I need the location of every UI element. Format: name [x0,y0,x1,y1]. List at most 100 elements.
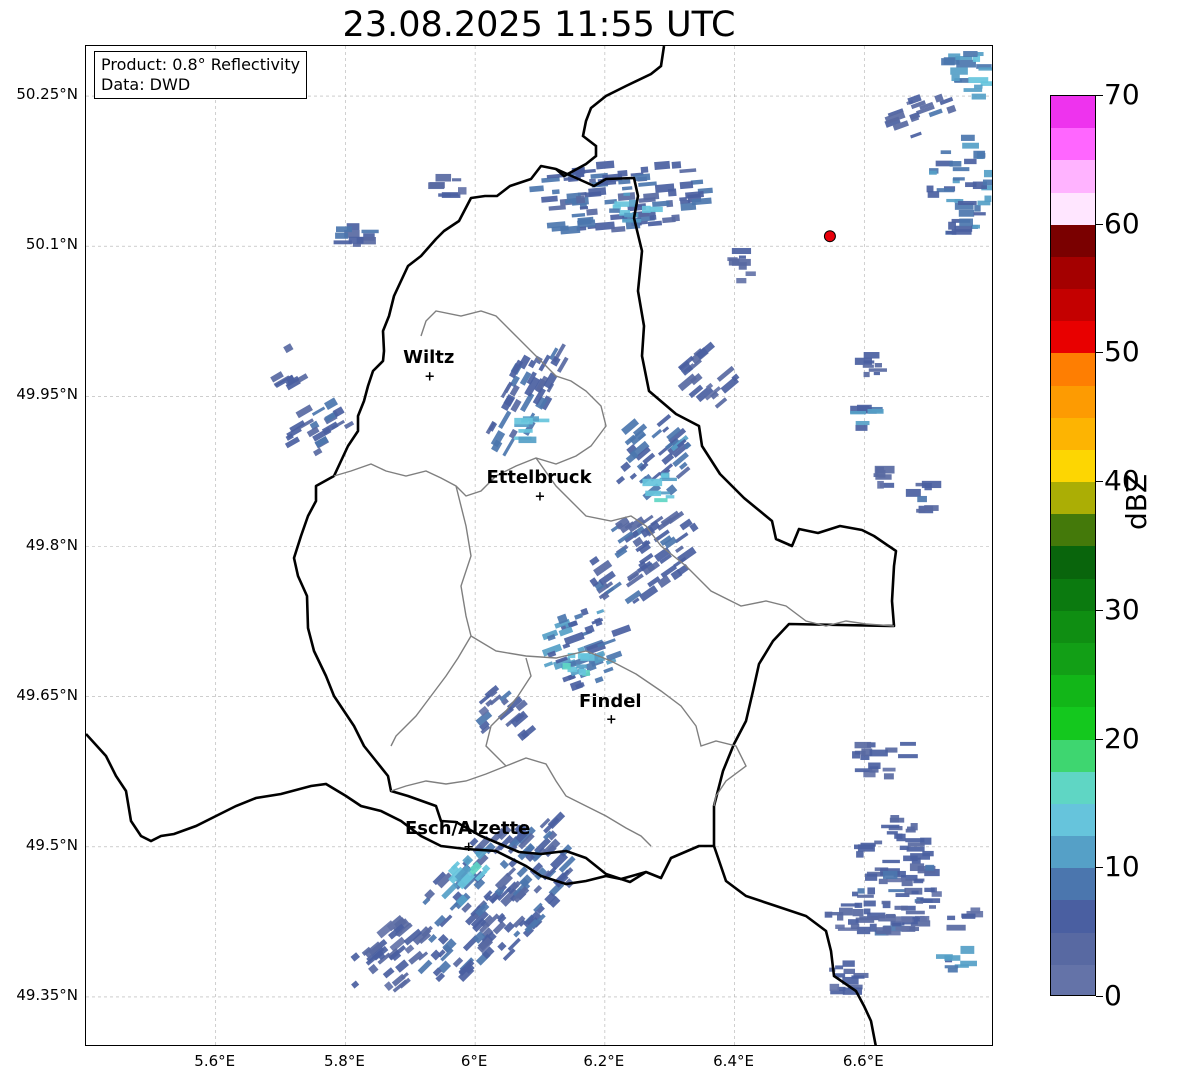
colorbar-tick-mark [1096,867,1103,869]
echo-cell [900,741,916,746]
colorbar-tick-label: 70 [1104,78,1140,111]
echo-cell [603,666,614,674]
colorbar-segment [1051,384,1095,418]
echo-cell [954,225,973,232]
echo-cluster [854,352,887,378]
colorbar-segment [1051,545,1095,579]
echo-cell [529,185,544,193]
colorbar-segment [1051,320,1095,354]
echo-cluster [852,741,918,780]
echo-cell [424,889,436,900]
echo-cluster [824,898,984,936]
radar-site-marker[interactable] [823,230,836,243]
echo-cell [458,187,467,195]
echo-cell [551,189,560,195]
colorbar-segment [1051,706,1095,740]
echo-cell [977,52,984,57]
echo-cell [679,518,693,531]
echo-cluster [333,223,379,247]
radar-echo-layer [270,51,992,995]
colorbar-segment [1051,963,1095,995]
echo-cell [905,838,925,843]
echo-cell [859,916,880,921]
echo-cell [910,131,922,139]
echo-cell [614,201,630,207]
echo-cell [643,192,660,201]
colorbar-tick-mark [1096,996,1103,997]
echo-cell [974,205,981,212]
echo-cell [883,773,894,780]
colorbar-tick-label: 10 [1104,850,1140,884]
colorbar-segment [1051,577,1095,611]
echo-cell [925,864,935,871]
country-borders [86,46,898,1045]
echo-cell [863,352,880,359]
echo-cell [972,224,980,229]
colorbar-segment [1051,674,1095,708]
echo-cell [350,952,361,962]
echo-cell [312,447,323,457]
echo-cell [857,844,875,852]
echo-cell [874,363,882,368]
colorbar-tick-mark [1096,481,1103,483]
colorbar-segment [1051,288,1095,322]
echo-cell [873,371,880,376]
echo-cell [435,173,452,182]
echo-cell [882,859,900,864]
echo-cell [641,205,651,213]
echo-cell [638,181,657,187]
echo-cell [878,914,896,922]
colorbar-tick-label: 30 [1104,592,1140,626]
lon-tick-label: 6°E [460,1052,488,1070]
echo-cell [649,206,663,213]
echo-cell [645,490,662,497]
echo-cell [728,258,740,266]
echo-cell [499,859,510,870]
echo-cell [731,248,752,255]
echo-cell [295,404,313,419]
map-canvas[interactable]: + + + + [86,46,993,1046]
echo-cell [922,850,934,857]
lat-tick-label: 49.35°N [16,985,78,1004]
echo-cell [509,384,520,397]
echo-cell [428,182,444,190]
echo-cell [856,851,864,858]
echo-cell [936,188,955,193]
colorbar-tick-label: 60 [1104,206,1140,240]
echo-cluster [941,51,992,100]
echo-cell [950,67,968,75]
echo-cell [881,900,891,905]
echo-cell [963,88,983,92]
echo-cell [882,767,896,772]
colorbar-segment [1051,770,1095,804]
echo-cell [336,226,352,233]
echo-cell [679,168,697,174]
echo-cell [518,436,537,444]
echo-cell [520,392,535,413]
echo-cell [720,376,740,394]
colorbar-segment [1051,159,1095,193]
echo-cell [850,923,860,930]
echo-cell [623,192,631,196]
echo-cell [957,200,977,206]
echo-cell [895,916,913,923]
echo-cell [917,495,927,503]
product-label: Product: 0.8° Reflectivity [101,55,301,74]
product-info-box: Product: 0.8° Reflectivity Data: DWD [94,51,308,99]
echo-cell [894,905,908,910]
echo-cell [944,965,959,969]
echo-cell [574,613,583,620]
echo-cell [452,178,462,182]
echo-cluster [935,945,977,973]
echo-cell [892,922,901,927]
echo-cell [647,220,663,227]
echo-cell [958,209,975,217]
echo-cell [895,926,910,931]
echo-cell [667,188,677,197]
echo-cell [430,949,442,961]
lat-tick-label: 49.65°N [16,685,78,704]
colorbar-tick-mark [1096,352,1103,354]
map-panel[interactable]: + + + + [85,45,993,1046]
echo-cell [662,216,676,224]
echo-cell [611,624,632,638]
